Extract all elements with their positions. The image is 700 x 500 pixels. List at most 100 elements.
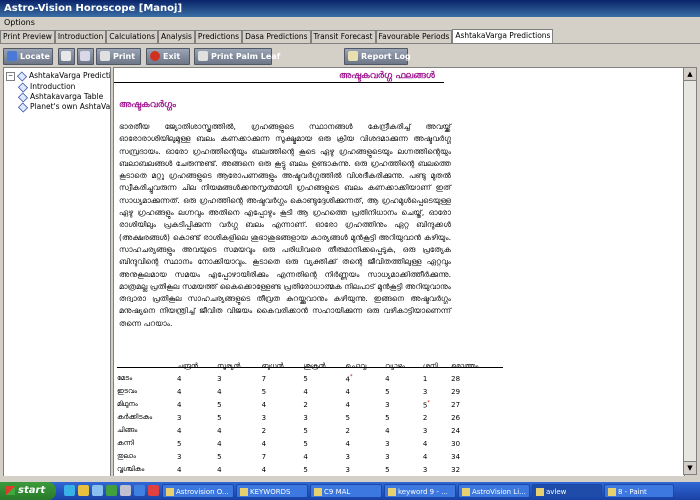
report-log-button[interactable]: Report Log (344, 48, 411, 65)
cell-value: 4 (385, 426, 390, 435)
value-cell: 4 (345, 385, 385, 398)
cell-value: 32 (451, 465, 461, 474)
scroll-down-icon[interactable]: ▼ (684, 461, 696, 474)
tab-calculations[interactable]: Calculations (106, 30, 159, 43)
report-icon (348, 51, 358, 61)
cell-value: 4 (217, 439, 222, 448)
cell-value: 3 (385, 452, 390, 461)
cell-value: 3 (385, 439, 390, 448)
word-icon[interactable] (134, 485, 145, 496)
heading-underline (114, 82, 444, 83)
value-cell: 3 (262, 411, 304, 424)
task-paint[interactable]: 8 - Paint (604, 484, 674, 498)
sign-cell: കന്നി (117, 439, 135, 447)
header-venus: ശുക്രൻ (303, 361, 326, 370)
toolbar: Locate Print Exit Print Palm Leaf Report… (0, 44, 700, 66)
tab-favourable-periods[interactable]: Favourable Periods (375, 30, 453, 43)
task-avlew[interactable]: avlew (532, 484, 602, 498)
desktop-icon[interactable] (92, 485, 103, 496)
print-palm-leaf-button[interactable]: Print Palm Leaf (194, 48, 280, 65)
cell-value: 3 (385, 400, 390, 409)
cell-value: 3 (177, 452, 182, 461)
cell-value: 5 (217, 452, 222, 461)
cell-value: 2 (422, 413, 428, 422)
cell-value: 5 (385, 387, 390, 396)
value-cell: 2 (345, 424, 385, 437)
table-row: മേടം 4 3 7 5 4* 4 1 28 (117, 372, 503, 385)
cell-value: 4 (177, 400, 182, 409)
start-button[interactable]: start (0, 482, 56, 500)
table-row: വൃശ്ചികം 4 4 4 5 3 5 3 32 (117, 463, 503, 476)
task-keyword-9[interactable]: keyword 9 - ... (384, 484, 456, 498)
task-astrovision[interactable]: Astrovision O... (162, 484, 234, 498)
value-cell: 4 (177, 372, 217, 385)
tab-introduction[interactable]: Introduction (54, 30, 107, 43)
value-cell: 4 (177, 398, 217, 411)
value-cell: 3 (303, 411, 345, 424)
value-cell: 4 (217, 385, 262, 398)
cell-value: 3 (422, 387, 428, 396)
cell-value: 28 (451, 374, 461, 383)
acrobat-icon[interactable] (148, 485, 159, 496)
table-row: ചിങ്ങം 4 4 2 5 2 4 3 24 (117, 424, 503, 437)
title-bar: Astro-Vision Horoscope [Manoj] (0, 0, 700, 17)
scroll-up-icon[interactable]: ▲ (684, 68, 696, 81)
menu-bar: Options (0, 17, 700, 29)
value-cell: 3 (385, 398, 423, 411)
tab-predictions[interactable]: Predictions (194, 30, 243, 43)
paint-icon (608, 488, 616, 496)
value-cell: 2 (303, 398, 345, 411)
folder-icon[interactable] (78, 485, 89, 496)
cell-value: 24 (451, 426, 461, 435)
cell-value: 3 (217, 374, 222, 383)
vertical-scrollbar[interactable]: ▲ ▼ (683, 67, 697, 475)
tree-item-planets-own-ashtavarga[interactable]: Planet's own AshtaVar (17, 101, 110, 113)
value-cell: 5 (303, 424, 345, 437)
value-cell: 5 (303, 372, 345, 385)
exit-button[interactable]: Exit (146, 48, 190, 65)
task-keywords[interactable]: KEYWORDS (236, 484, 308, 498)
sign-cell: കർക്കിടകം (117, 413, 153, 421)
star-marker: * (427, 399, 430, 406)
value-cell: 4 (423, 450, 451, 463)
menu-options[interactable]: Options (4, 18, 35, 27)
cell-value: 4 (385, 374, 390, 383)
table-row: തുലാം 3 5 7 4 3 3 4 34 (117, 450, 503, 463)
cell-value: 3 (177, 413, 182, 422)
cell-value: 4 (261, 465, 267, 474)
cell-value: 4 (345, 387, 350, 396)
windows-logo-icon (6, 486, 15, 495)
tab-ashtakavarga-predictions[interactable]: AshtakaVarga Predictions (452, 29, 554, 43)
ie-icon[interactable] (64, 485, 75, 496)
tree-root[interactable]: −AshtakaVarga Predictions (6, 70, 110, 82)
media-icon[interactable] (106, 485, 117, 496)
value-cell: 27 (451, 398, 503, 411)
tab-print-preview[interactable]: Print Preview (0, 30, 55, 43)
cell-value: 4 (217, 465, 222, 474)
locate-button[interactable]: Locate (3, 48, 53, 65)
tab-transit-forecast[interactable]: Transit Forecast (310, 30, 376, 43)
value-cell: 5 (217, 450, 262, 463)
tab-dasa-predictions[interactable]: Dasa Predictions (242, 30, 311, 43)
star-marker: * (349, 373, 353, 380)
value-cell: 5 (303, 463, 345, 476)
tab-analysis[interactable]: Analysis (158, 30, 195, 43)
header-moon: ചന്ദ്രൻ (177, 361, 198, 370)
cell-value: 5 (303, 439, 308, 448)
cell-value: 3 (422, 426, 428, 435)
tree-item-introduction[interactable]: Introduction (17, 81, 75, 93)
value-cell: 4 (303, 385, 345, 398)
copy-button[interactable] (77, 48, 94, 65)
tree-item-ashtakavarga-table[interactable]: Ashtakavarga Table (17, 91, 103, 103)
value-cell: 1 (423, 372, 451, 385)
page-icon (17, 101, 29, 113)
value-cell: 4 (345, 398, 385, 411)
task-c9-mal[interactable]: C9 MAL (310, 484, 382, 498)
collapse-icon[interactable]: − (6, 71, 15, 81)
save-button[interactable] (58, 48, 75, 65)
cell-value: 4 (177, 374, 182, 383)
app-icon (166, 488, 174, 496)
print-button[interactable]: Print (96, 48, 141, 65)
app-icon[interactable] (120, 485, 131, 496)
task-astrovision-li[interactable]: AstroVision Li... (458, 484, 530, 498)
